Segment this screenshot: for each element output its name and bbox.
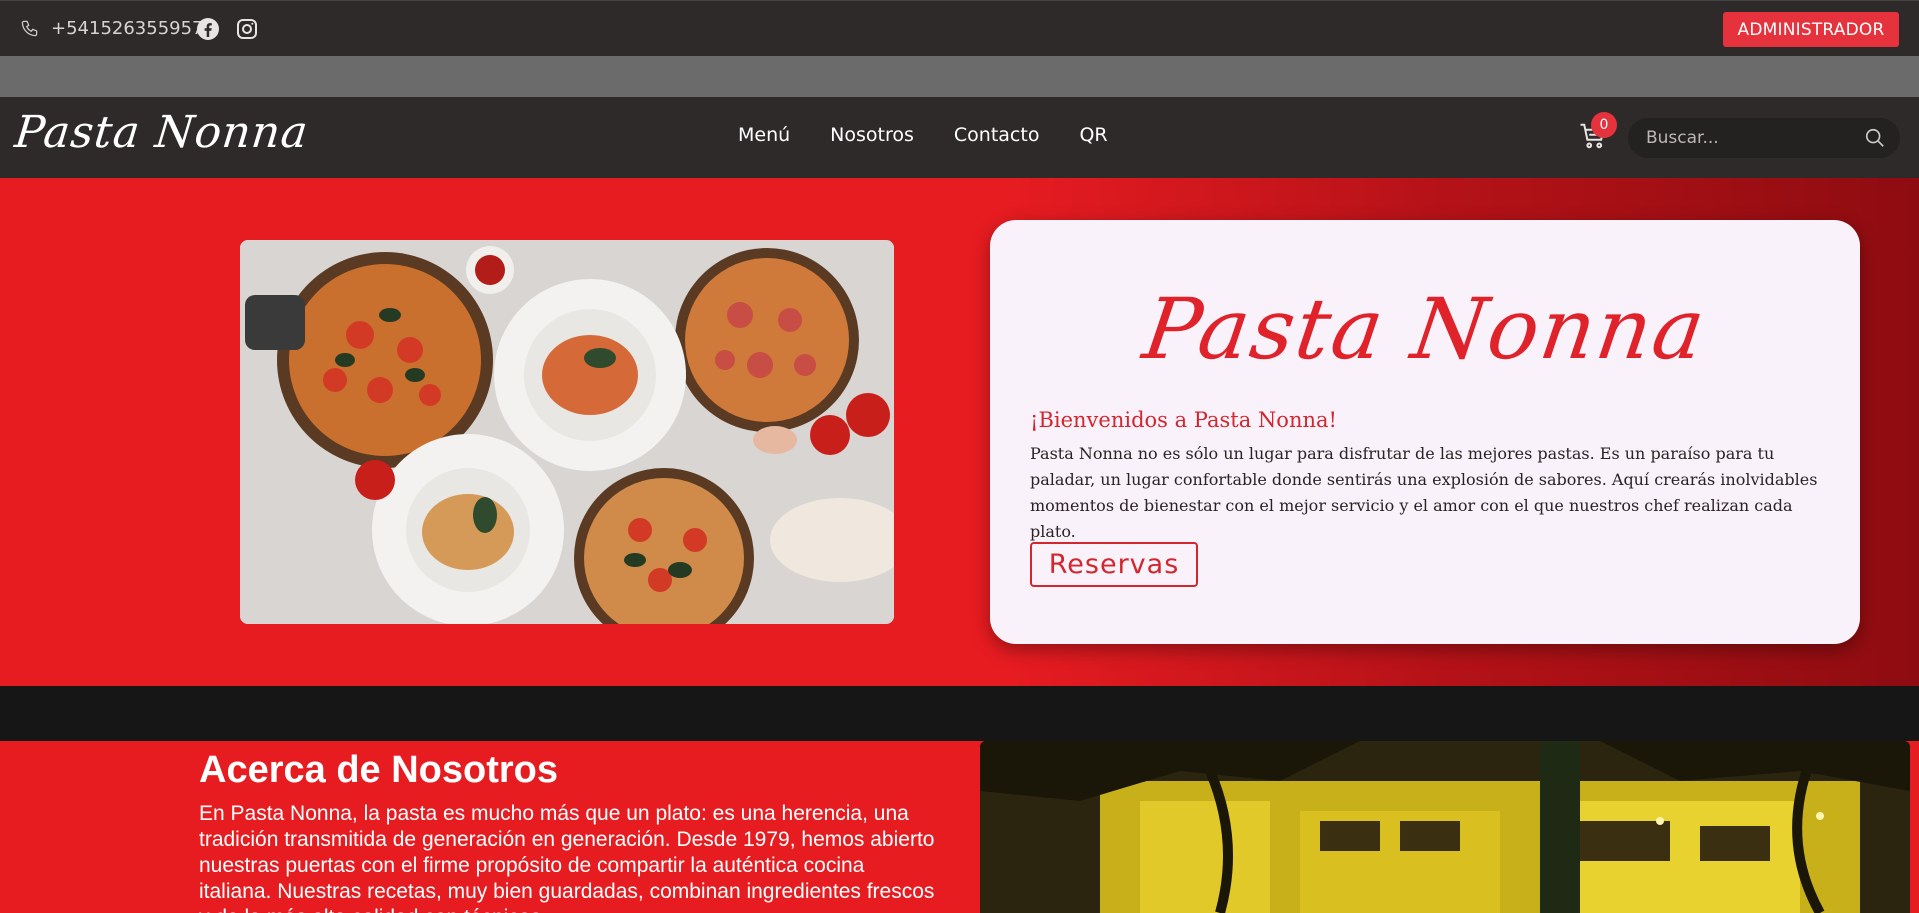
about-section: Acerca de Nosotros En Pasta Nonna, la pa… bbox=[0, 741, 1919, 913]
nav-link-qr[interactable]: QR bbox=[1079, 124, 1107, 146]
separator-strip bbox=[0, 56, 1919, 97]
cart-count-badge: 0 bbox=[1591, 112, 1617, 138]
phone-icon bbox=[21, 20, 38, 37]
reservas-button[interactable]: Reservas bbox=[1030, 542, 1198, 587]
welcome-heading: ¡Bienvenidos a Pasta Nonna! bbox=[1030, 408, 1337, 432]
nav-link-menu[interactable]: Menú bbox=[738, 124, 790, 146]
instagram-icon[interactable] bbox=[235, 17, 259, 41]
welcome-description: Pasta Nonna no es sólo un lugar para dis… bbox=[1030, 444, 1818, 541]
section-divider bbox=[0, 686, 1919, 741]
hero-section: Pasta Nonna ¡Bienvenidos a Pasta Nonna! … bbox=[0, 178, 1919, 686]
site-logo[interactable]: Pasta Nonna bbox=[12, 107, 311, 158]
nav-link-contacto[interactable]: Contacto bbox=[954, 124, 1040, 146]
phone-contact[interactable]: +541526355957 bbox=[20, 18, 204, 39]
search-box bbox=[1628, 118, 1900, 158]
card-logo: Pasta Nonna bbox=[1137, 280, 1713, 378]
about-title: Acerca de Nosotros bbox=[199, 749, 559, 791]
restaurant-photo bbox=[980, 741, 1910, 913]
nav-link-nosotros[interactable]: Nosotros bbox=[830, 124, 914, 146]
phone-number: +541526355957 bbox=[51, 18, 204, 39]
welcome-card: Pasta Nonna ¡Bienvenidos a Pasta Nonna! … bbox=[990, 220, 1860, 644]
hero-food-photo bbox=[240, 240, 894, 624]
top-bar: +541526355957 ADMINISTRADOR bbox=[0, 0, 1919, 56]
nav-links: Menú Nosotros Contacto QR bbox=[738, 124, 1108, 146]
admin-button[interactable]: ADMINISTRADOR bbox=[1723, 12, 1899, 47]
about-text: En Pasta Nonna, la pasta es mucho más qu… bbox=[199, 802, 935, 913]
search-input[interactable] bbox=[1646, 126, 1846, 150]
facebook-icon[interactable] bbox=[196, 17, 220, 41]
search-icon[interactable] bbox=[1864, 127, 1886, 149]
